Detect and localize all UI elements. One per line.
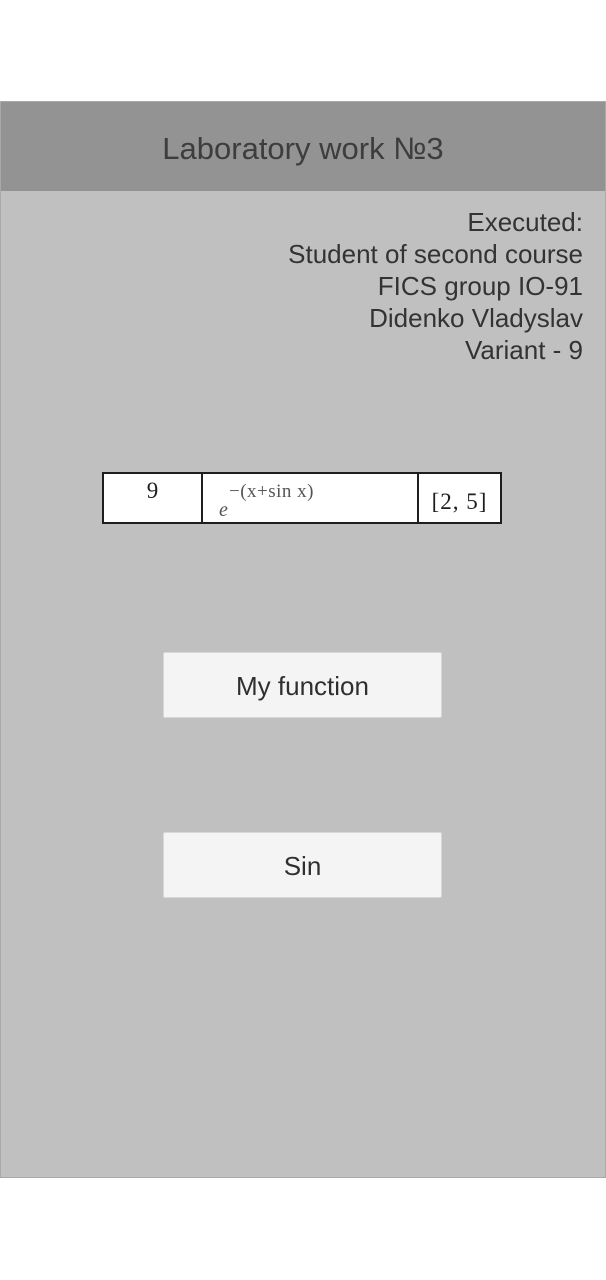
page-title: Laboratory work №3 <box>162 131 444 166</box>
my-function-button[interactable]: My function <box>163 652 442 718</box>
author-info: Executed: Student of second course FICS … <box>288 206 583 366</box>
main-panel: Laboratory work №3 Executed: Student of … <box>0 101 606 1178</box>
sin-button[interactable]: Sin <box>163 832 442 898</box>
function-formula: e −(x+sin x) <box>217 481 417 521</box>
formula-exponent: −(x+sin x) <box>229 481 315 502</box>
info-course: Student of second course <box>288 239 583 269</box>
interval-cell: [2, 5] <box>431 489 488 514</box>
info-executed: Executed: <box>467 207 583 237</box>
formula-base: e <box>219 499 228 521</box>
info-group: FICS group IO-91 <box>377 271 583 301</box>
variant-table-image: 9 e −(x+sin x) [2, 5] <box>102 472 502 524</box>
info-name: Didenko Vladyslav <box>369 303 583 333</box>
info-variant: Variant - 9 <box>464 335 583 365</box>
function-formula-cell: e −(x+sin x) <box>203 474 419 522</box>
variant-number-cell: 9 <box>104 474 203 522</box>
